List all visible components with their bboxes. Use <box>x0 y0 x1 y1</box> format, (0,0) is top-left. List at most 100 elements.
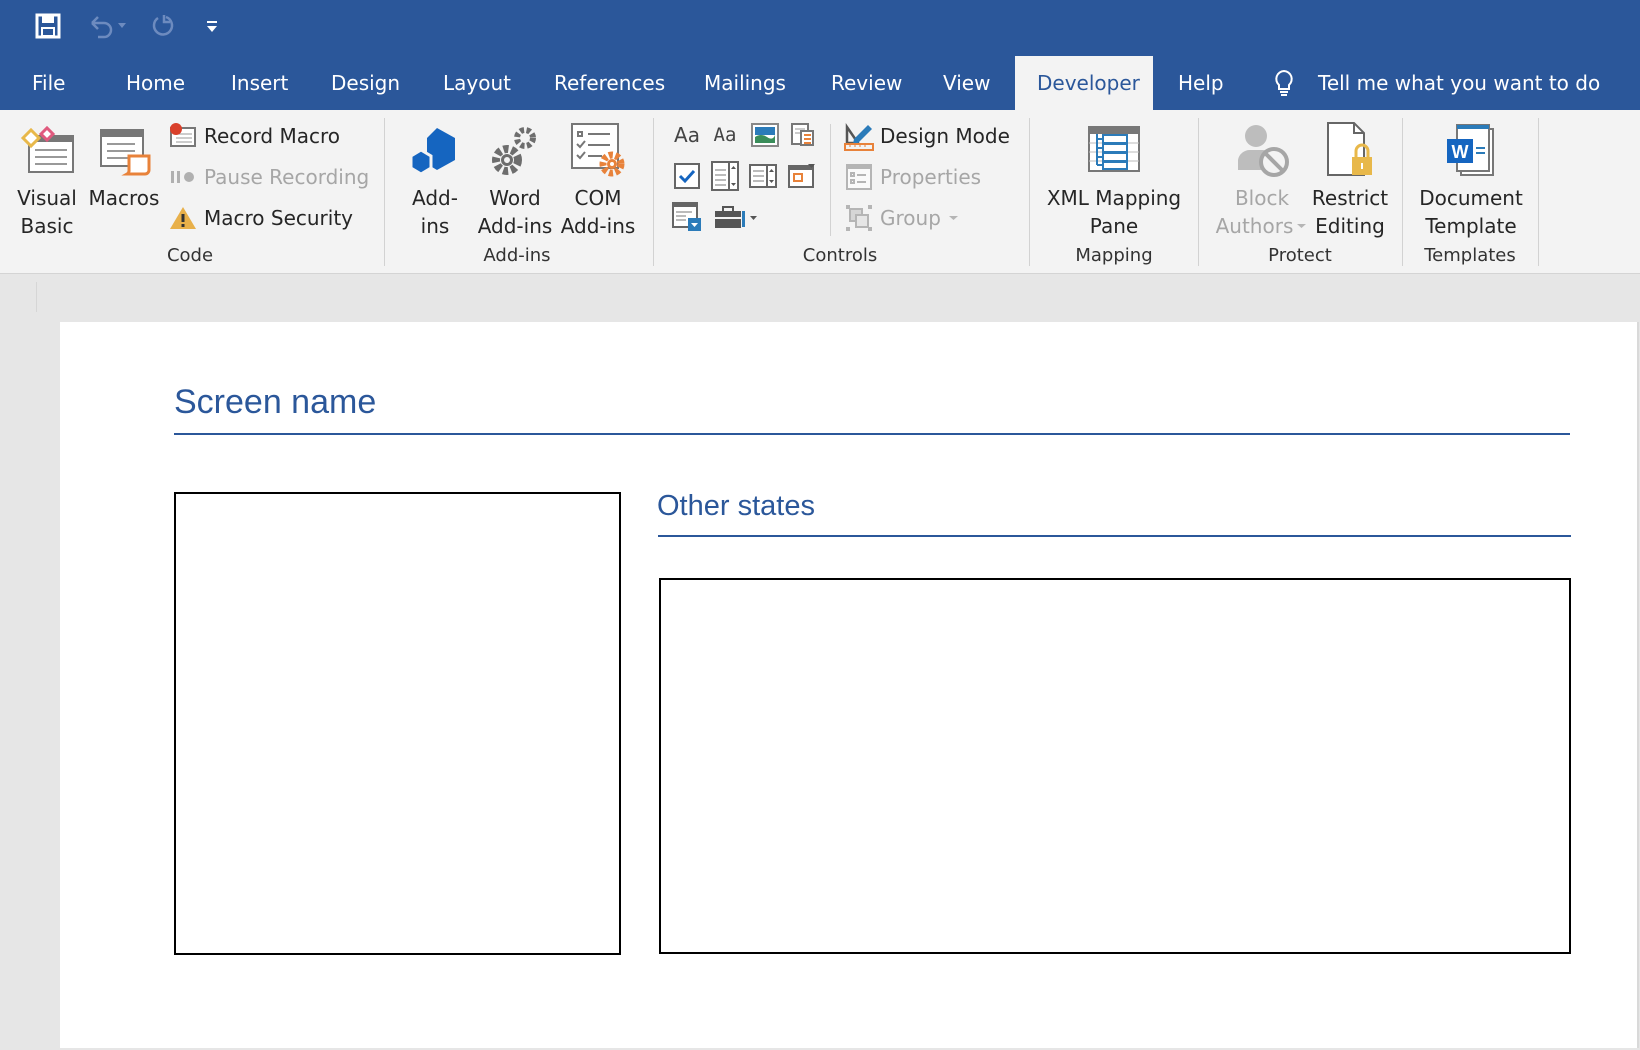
controls-inner-separator <box>830 124 831 236</box>
restrict-editing-label-1: Restrict <box>1311 186 1389 210</box>
save-icon <box>35 13 61 39</box>
addins-icon <box>409 128 455 176</box>
legacy-tools-button[interactable] <box>712 202 760 232</box>
macros-icon <box>100 129 151 176</box>
visual-basic-label-2: Basic <box>20 214 74 238</box>
group-separator <box>1538 118 1539 266</box>
tab-mailings[interactable]: Mailings <box>682 56 808 110</box>
restrict-editing-button[interactable]: Restrict Editing <box>1306 116 1394 240</box>
check-box-content-control-button[interactable] <box>672 161 702 191</box>
customize-qat-icon <box>207 21 217 32</box>
date-picker-content-control-button[interactable] <box>787 161 817 191</box>
building-block-gallery-button[interactable] <box>788 120 818 150</box>
combo-box-icon <box>711 161 739 191</box>
picture-icon <box>751 123 779 147</box>
record-macro-label: Record Macro <box>204 124 340 148</box>
group-label-mapping: Mapping <box>1075 245 1153 266</box>
lightbulb-icon <box>1275 69 1293 96</box>
addins-button[interactable]: Add- ins <box>404 116 466 240</box>
customize-qat-button[interactable] <box>200 10 224 42</box>
com-addins-button[interactable]: COM Add-ins <box>558 116 638 240</box>
design-mode-button[interactable]: Design Mode <box>844 120 1010 152</box>
group-separator <box>1198 118 1199 266</box>
macro-security-button[interactable]: Macro Security <box>168 202 353 234</box>
ribbon-developer: Visual Basic Macros Record Macro Pause R… <box>0 110 1640 274</box>
addins-label-2: ins <box>420 214 450 238</box>
group-button[interactable]: Group <box>844 202 961 234</box>
tab-layout[interactable]: Layout <box>421 56 533 110</box>
undo-icon <box>91 16 126 39</box>
group-label-code: Code <box>166 245 214 266</box>
tab-design[interactable]: Design <box>309 56 422 110</box>
macro-security-label: Macro Security <box>204 206 354 230</box>
group-label-addins: Add-ins <box>483 245 551 266</box>
block-authors-button[interactable]: Block Authors <box>1212 116 1312 240</box>
visual-basic-button[interactable]: Visual Basic <box>14 116 80 240</box>
xml-mapping-pane-button[interactable]: XML Mapping Pane <box>1044 116 1184 240</box>
repeating-section-icon <box>672 202 701 231</box>
record-macro-button[interactable]: Record Macro <box>168 120 340 152</box>
heading-underline <box>174 433 1570 435</box>
tab-developer[interactable]: Developer <box>1015 56 1153 110</box>
tab-help[interactable]: Help <box>1156 56 1246 110</box>
tab-home[interactable]: Home <box>104 56 207 110</box>
block-authors-label-2: Authors <box>1216 212 1309 240</box>
tell-me-search[interactable]: Tell me what you want to do <box>1272 56 1600 110</box>
group-separator <box>1402 118 1403 266</box>
tab-file[interactable]: File <box>10 56 87 110</box>
word-addins-button[interactable]: Word Add-ins <box>474 116 556 240</box>
save-button[interactable] <box>32 10 64 42</box>
pause-recording-button[interactable]: Pause Recording <box>168 161 369 193</box>
legacy-tools-icon <box>715 206 757 228</box>
plain-text-icon: Aa <box>713 124 737 146</box>
plain-text-content-control-button[interactable]: Aa <box>710 120 740 150</box>
building-block-icon <box>791 123 814 146</box>
tell-me-label: Tell me what you want to do <box>1318 71 1601 95</box>
addins-label-1: Add- <box>412 186 458 210</box>
xml-mapping-label-1: XML Mapping <box>1046 186 1182 210</box>
group-label-protect: Protect <box>1268 245 1332 266</box>
pause-recording-label: Pause Recording <box>204 165 370 189</box>
tab-references[interactable]: References <box>532 56 687 110</box>
undo-button[interactable] <box>84 10 132 42</box>
document-template-label-1: Document <box>1419 186 1523 210</box>
group-label-templates: Templates <box>1424 245 1516 266</box>
word-template-icon: W <box>1447 124 1494 176</box>
document-template-button[interactable]: W Document Template <box>1416 116 1526 240</box>
xml-mapping-label-2: Pane <box>1089 214 1139 238</box>
com-addins-icon <box>571 123 625 177</box>
properties-button[interactable]: Properties <box>844 161 981 193</box>
drop-down-list-content-control-button[interactable] <box>748 161 778 191</box>
properties-label: Properties <box>880 165 982 189</box>
chevron-down-icon <box>948 216 958 220</box>
gears-icon <box>492 127 536 175</box>
macros-button[interactable]: Macros <box>88 116 160 212</box>
word-addins-label-2: Add-ins <box>477 214 553 238</box>
block-authors-label-text: Authors <box>1215 214 1294 238</box>
visual-basic-label-1: Visual <box>17 186 77 210</box>
design-mode-label: Design Mode <box>880 124 1010 148</box>
combo-box-content-control-button[interactable] <box>710 161 740 191</box>
restrict-editing-label-2: Editing <box>1315 214 1385 238</box>
other-states-heading[interactable]: Other states <box>657 490 815 523</box>
tab-insert[interactable]: Insert <box>209 56 310 110</box>
screen-name-heading[interactable]: Screen name <box>174 383 376 422</box>
svg-text:W: W <box>1452 142 1469 162</box>
visual-basic-icon <box>20 125 74 173</box>
xml-mapping-icon <box>1088 126 1140 172</box>
picture-content-control-button[interactable] <box>750 120 780 150</box>
drop-down-list-icon <box>749 164 777 188</box>
date-picker-icon <box>788 164 815 188</box>
rich-text-content-control-button[interactable]: Aa <box>672 120 702 150</box>
repeating-section-content-control-button[interactable] <box>672 202 702 232</box>
block-authors-icon <box>1238 125 1289 177</box>
checkbox-icon <box>674 163 700 189</box>
tab-review[interactable]: Review <box>809 56 924 110</box>
redo-button[interactable] <box>147 10 179 42</box>
group-icon <box>846 205 872 231</box>
tab-view[interactable]: View <box>921 56 1012 110</box>
other-states-placeholder-box[interactable] <box>659 578 1571 954</box>
screen-placeholder-box[interactable] <box>174 492 621 955</box>
subheading-underline <box>658 535 1571 537</box>
vertical-ruler-mark <box>36 282 37 312</box>
